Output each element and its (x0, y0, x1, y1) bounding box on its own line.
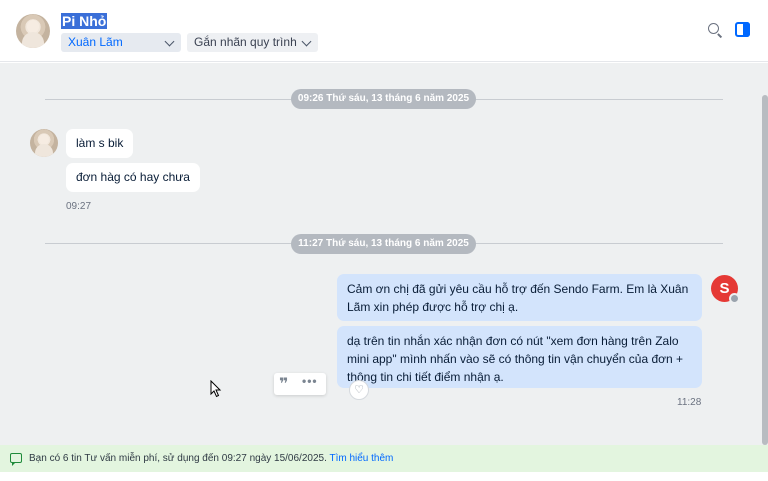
message-icon (10, 453, 22, 466)
chat-header: Pi Nhỏ Xuân Lãm Gắn nhãn quy trình (0, 0, 768, 62)
more-icon[interactable]: ••• (302, 374, 318, 388)
contact-avatar[interactable] (16, 14, 50, 48)
composer-edge (0, 472, 768, 481)
free-message-notice: Bạn có 6 tin Tư vấn miễn phí, sử dụng đế… (0, 445, 768, 472)
chevron-down-icon (301, 36, 312, 47)
search-icon[interactable] (707, 22, 723, 38)
label-placeholder: Gắn nhãn quy trình (194, 35, 297, 49)
avatar-body (35, 144, 53, 157)
toggle-panel-icon[interactable] (735, 22, 751, 38)
incoming-message[interactable]: đơn hàg có hay chưa (66, 163, 200, 192)
sender-initial: S (719, 280, 730, 297)
learn-more-link[interactable]: Tìm hiểu thêm (329, 453, 393, 464)
message-time: 09:27 (66, 201, 92, 212)
outgoing-message[interactable]: Cảm ơn chị đã gửi yêu cầu hỗ trợ đến Sen… (337, 274, 702, 321)
notice-text-wrap: Bạn có 6 tin Tư vấn miễn phí, sử dụng đế… (29, 445, 393, 472)
assignee-value: Xuân Lãm (68, 35, 123, 49)
outgoing-message[interactable]: dạ trên tin nhắn xác nhận đơn có nút "xe… (337, 326, 702, 388)
label-select[interactable]: Gắn nhãn quy trình (187, 33, 318, 52)
message-actions: ❞ ••• (274, 373, 326, 395)
contact-name[interactable]: Pi Nhỏ (61, 13, 108, 29)
sender-avatar[interactable]: S (711, 275, 740, 304)
date-pill: 09:26 Thứ sáu, 13 tháng 6 năm 2025 (291, 89, 476, 109)
incoming-avatar[interactable] (30, 129, 58, 157)
message-time: 11:28 (677, 397, 702, 408)
chevron-down-icon (164, 36, 175, 47)
assignee-select[interactable]: Xuân Lãm (61, 33, 181, 52)
scrollbar[interactable] (762, 95, 768, 445)
status-badge (729, 293, 740, 304)
heart-icon[interactable]: ♡ (349, 380, 369, 400)
date-pill: 11:27 Thứ sáu, 13 tháng 6 năm 2025 (291, 234, 476, 254)
notice-text: Bạn có 6 tin Tư vấn miễn phí, sử dụng đế… (29, 453, 327, 464)
avatar-body (22, 32, 44, 48)
quote-icon[interactable]: ❞ (279, 374, 288, 394)
incoming-message[interactable]: làm s bik (66, 129, 134, 158)
